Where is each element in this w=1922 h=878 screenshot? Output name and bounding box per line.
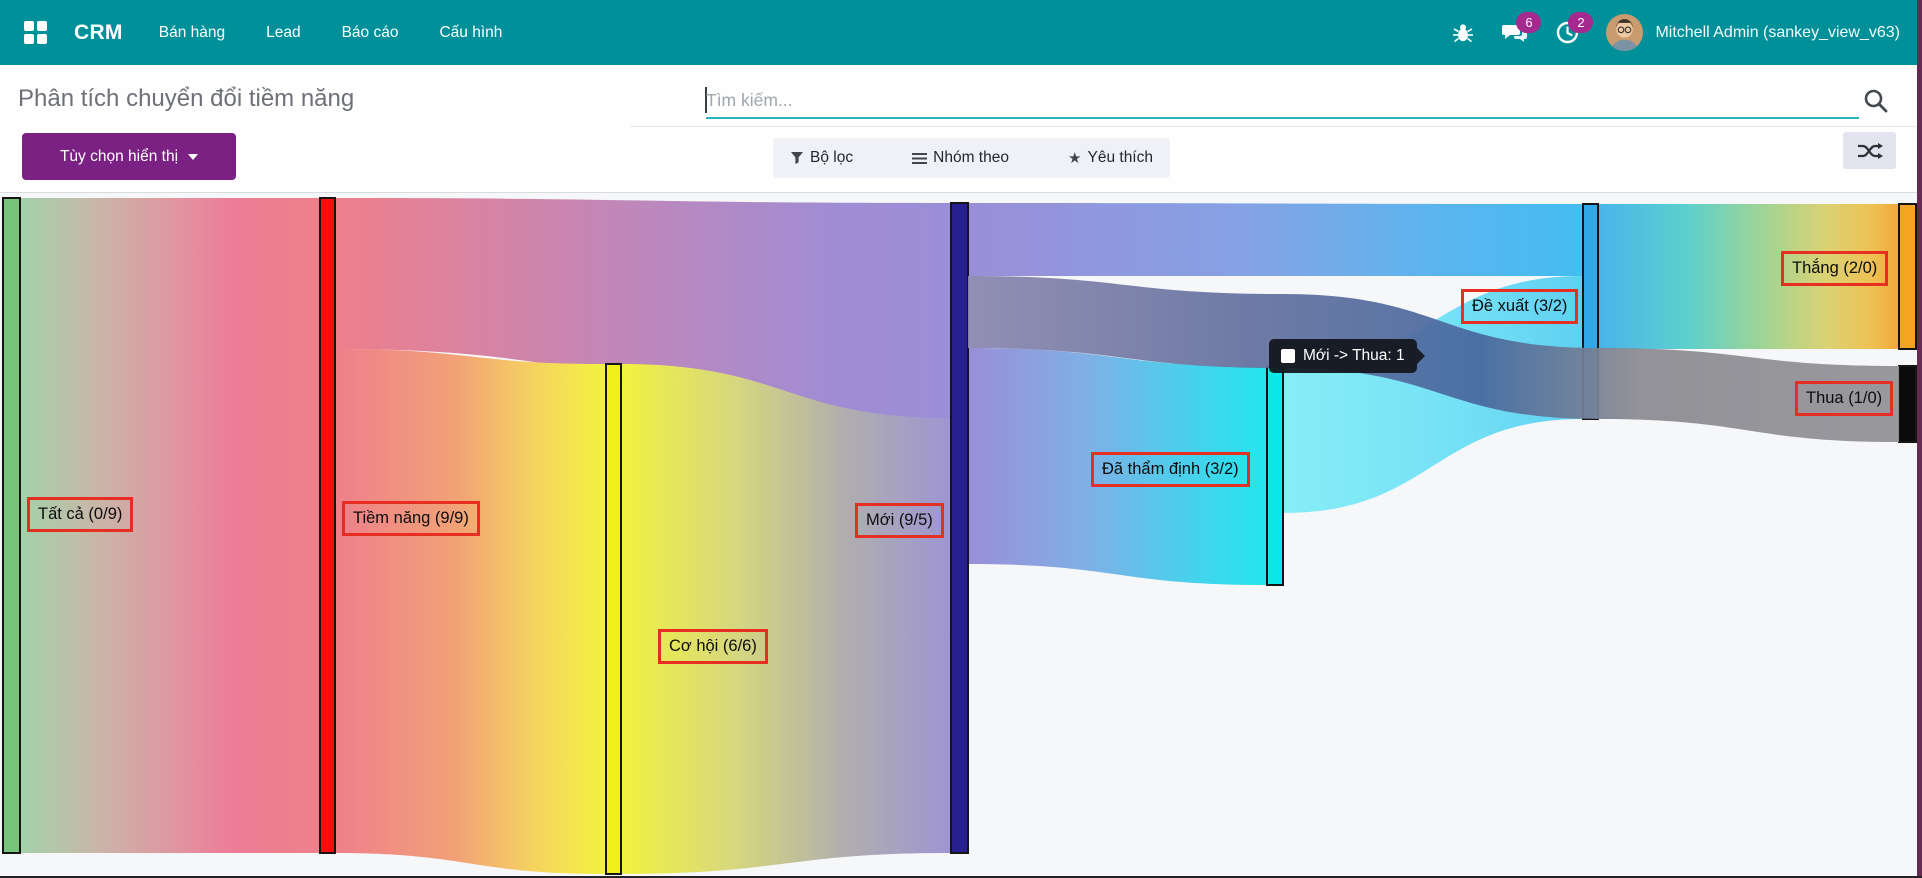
messages-count-badge: 6 bbox=[1516, 12, 1541, 33]
group-by-button[interactable]: Nhóm theo bbox=[912, 149, 1009, 167]
group-by-label: Nhóm theo bbox=[933, 149, 1009, 167]
sankey-node-tiem_nang[interactable] bbox=[320, 198, 335, 853]
sankey-chart-area: Tất cả (0/9) Tiềm năng (9/9) Cơ hội (6/6) M… bbox=[0, 192, 1922, 878]
sankey-tooltip: Mới -> Thua: 1 bbox=[1269, 339, 1417, 373]
shuffle-view-button[interactable] bbox=[1843, 132, 1896, 169]
navbar-left: CRM Bán hàng Lead Báo cáo Cấu hình bbox=[0, 21, 502, 45]
sankey-link-moi-de_xuat[interactable] bbox=[968, 203, 1583, 276]
caret-down-icon bbox=[188, 154, 198, 160]
messages-menu[interactable]: 6 bbox=[1502, 20, 1528, 46]
sankey-node-thang[interactable] bbox=[1899, 204, 1916, 349]
node-label-thang: Thắng (2/0) bbox=[1781, 251, 1888, 286]
sankey-node-tat_ca[interactable] bbox=[3, 198, 20, 853]
node-label-tat_ca: Tất cả (0/9) bbox=[27, 497, 133, 532]
search-field bbox=[706, 83, 1859, 119]
tooltip-swatch bbox=[1281, 349, 1295, 363]
control-row-divider bbox=[630, 126, 1922, 127]
shuffle-icon bbox=[1857, 142, 1883, 160]
user-menu[interactable]: Mitchell Admin (sankey_view_v63) bbox=[1606, 14, 1900, 51]
app-name[interactable]: CRM bbox=[74, 21, 123, 45]
sankey-node-thua[interactable] bbox=[1899, 366, 1916, 442]
activities-menu[interactable]: 2 bbox=[1554, 20, 1580, 46]
node-label-tiem_nang: Tiềm năng (9/9) bbox=[342, 501, 480, 536]
display-options-label: Tùy chọn hiển thị bbox=[60, 148, 178, 166]
menu-item-lead[interactable]: Lead bbox=[266, 24, 300, 42]
display-options-button[interactable]: Tùy chọn hiển thị bbox=[22, 133, 236, 180]
apps-grid-icon[interactable] bbox=[24, 21, 48, 45]
search-options-bar: Bộ lọc Nhóm theo ★ Yêu thích bbox=[773, 138, 1170, 178]
search-icon[interactable] bbox=[1862, 87, 1889, 119]
avatar bbox=[1606, 14, 1643, 51]
node-label-moi: Mới (9/5) bbox=[855, 503, 944, 538]
search-input[interactable] bbox=[706, 83, 1859, 117]
sankey-svg bbox=[0, 193, 1922, 878]
group-by-icon bbox=[912, 152, 927, 165]
sankey-node-co_hoi[interactable] bbox=[606, 364, 621, 874]
top-navbar: CRM Bán hàng Lead Báo cáo Cấu hình bbox=[0, 0, 1922, 65]
menu-item-sales[interactable]: Bán hàng bbox=[159, 24, 225, 42]
filters-button[interactable]: Bộ lọc bbox=[790, 149, 853, 167]
navbar-right: 6 2 bbox=[1450, 14, 1922, 51]
favorites-button[interactable]: ★ Yêu thích bbox=[1068, 149, 1153, 167]
favorites-label: Yêu thích bbox=[1088, 149, 1154, 167]
node-label-co_hoi: Cơ hội (6/6) bbox=[658, 629, 768, 664]
tooltip-text: Mới -> Thua: 1 bbox=[1303, 347, 1405, 365]
avatar-image bbox=[1606, 14, 1643, 51]
bug-icon bbox=[1452, 22, 1474, 44]
sankey-node-moi[interactable] bbox=[951, 203, 968, 853]
node-label-da_tham_dinh: Đã thẩm định (3/2) bbox=[1091, 452, 1250, 487]
menu-item-reporting[interactable]: Báo cáo bbox=[342, 24, 399, 42]
main-menu: Bán hàng Lead Báo cáo Cấu hình bbox=[159, 24, 503, 42]
sankey-link-co_hoi-moi[interactable] bbox=[620, 364, 951, 874]
sankey-node-da_tham_dinh[interactable] bbox=[1267, 367, 1283, 585]
user-name: Mitchell Admin (sankey_view_v63) bbox=[1655, 24, 1900, 42]
control-panel: Phân tích chuyển đổi tiềm năng Tùy chọn … bbox=[0, 65, 1922, 192]
bug-icon[interactable] bbox=[1450, 20, 1476, 46]
node-label-thua: Thua (1/0) bbox=[1795, 381, 1893, 416]
activities-count-badge: 2 bbox=[1568, 12, 1593, 33]
filters-label: Bộ lọc bbox=[810, 149, 853, 167]
menu-item-config[interactable]: Cấu hình bbox=[439, 24, 502, 42]
crm-app-window: CRM Bán hàng Lead Báo cáo Cấu hình bbox=[0, 0, 1922, 878]
window-edge-strip bbox=[1917, 0, 1922, 878]
favorite-star-icon: ★ bbox=[1068, 151, 1081, 166]
node-label-de_xuat: Đề xuất (3/2) bbox=[1461, 289, 1578, 324]
filter-icon bbox=[790, 151, 804, 165]
page-title: Phân tích chuyển đổi tiềm năng bbox=[18, 85, 354, 113]
sankey-link-tiem_nang-co_hoi[interactable] bbox=[335, 349, 606, 874]
